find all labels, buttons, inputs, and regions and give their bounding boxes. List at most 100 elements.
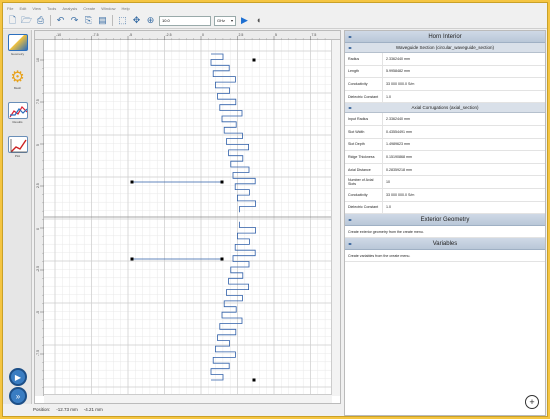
property-value[interactable]: 33 000 000.0 S/m (383, 82, 414, 86)
property-row[interactable]: Input Radius 2.3362440 mm (345, 113, 545, 126)
property-value[interactable]: 1.0 (383, 95, 391, 99)
ruler-label: -10 (56, 33, 61, 37)
property-row[interactable]: Slot Depth 1.4989623 mm (345, 138, 545, 152)
property-name: Length (345, 65, 383, 78)
sound-icon[interactable]: ◖ (253, 15, 264, 26)
subsection-title: Waveguide Section (circular_waveguide_se… (395, 45, 495, 50)
new-icon[interactable]: 🗋 (7, 15, 18, 26)
horn-profile-lower[interactable] (210, 221, 256, 381)
undo-icon[interactable]: ↶ (55, 15, 66, 26)
geometry-canvas[interactable]: -10 -7.5 -5 -2.5 0 2.5 5 7.5 10 7.5 5 2.5 0 -2.5 -5 -7… (34, 30, 341, 404)
select-icon[interactable]: ⬚ (117, 15, 128, 26)
fast-forward-button[interactable]: » (9, 387, 27, 405)
drag-handle[interactable] (130, 180, 134, 184)
section-exterior-geometry[interactable]: ◂▸ Exterior Geometry (345, 214, 545, 227)
property-row[interactable]: Length 5.9958482 mm (345, 65, 545, 79)
property-row[interactable]: Conductivity 33 000 000.0 S/m (345, 188, 545, 202)
zoom-icon[interactable]: ⊕ (145, 15, 156, 26)
drag-handle[interactable] (252, 378, 256, 382)
property-value[interactable]: 0.15190868 mm (383, 155, 412, 159)
menu-analysis[interactable]: Analysis (62, 6, 77, 11)
zoom-input[interactable] (159, 15, 211, 26)
vertical-scrollbar[interactable] (331, 40, 340, 396)
horn-profile-plot[interactable] (44, 40, 332, 396)
toolbar: 🗋 🗁 ⎙ ↶ ↷ ⎘ ▤ ⬚ ✥ ⊕ GHz ▾ ▶ ◖ (3, 13, 547, 29)
drag-handle[interactable] (220, 180, 224, 184)
move-icon[interactable]: ✥ (131, 15, 142, 26)
horn-profile-svg[interactable] (44, 40, 332, 396)
property-name: Conductivity (345, 188, 383, 201)
property-row[interactable]: Number of Axial Slots 10 (345, 176, 545, 189)
drag-handle[interactable] (220, 257, 224, 261)
property-value[interactable]: 5.9958482 mm (383, 69, 410, 73)
subsection-corrugations[interactable]: ◂▸ Axial Corrugations (axial_section) (345, 103, 545, 114)
menu-file[interactable]: File (7, 6, 13, 11)
exterior-note: Create exterior geometry from the create… (345, 226, 545, 239)
sidebar-item-label: Plot (14, 154, 21, 158)
plot-icon (7, 136, 28, 153)
print-icon[interactable]: ⎙ (35, 15, 46, 26)
menu-window[interactable]: Window (101, 6, 115, 11)
drag-handle[interactable] (130, 257, 134, 261)
play-circle-button[interactable]: ▶ (9, 368, 27, 386)
left-panel: Geometry ⚙ Mesh Results Plot ▶ » (3, 30, 32, 405)
property-value[interactable]: 0.28359218 mm (383, 168, 412, 172)
position-y: -4.21 mm (83, 406, 103, 412)
section-horn-interior[interactable]: ◂▸ Horn Interior (345, 31, 545, 43)
property-name: Axial Distance (345, 163, 383, 176)
collapse-icon[interactable]: ◂▸ (348, 105, 352, 110)
drag-handle[interactable] (252, 58, 256, 62)
copy-icon[interactable]: ⎘ (83, 15, 94, 26)
plot-glyph (10, 139, 27, 153)
property-row[interactable]: Slot Width 0.43554491 mm (345, 125, 545, 139)
menu-view[interactable]: View (32, 6, 41, 11)
property-value[interactable]: 33 000 000.0 S/m (383, 193, 414, 197)
play-icon[interactable]: ▶ (239, 15, 250, 26)
unit-select[interactable]: GHz ▾ (214, 15, 236, 26)
position-label: Position: (33, 406, 51, 412)
collapse-icon[interactable]: ◂▸ (348, 217, 352, 222)
menu-edit[interactable]: Edit (19, 6, 26, 11)
ruler-label: 2.5 (36, 183, 40, 188)
collapse-icon[interactable]: ◂▸ (348, 241, 352, 246)
collapse-icon[interactable]: ◂▸ (348, 34, 352, 39)
property-row[interactable]: Dielectric Constant 1.0 (345, 90, 545, 104)
sidebar-item-label: Geometry (10, 52, 25, 56)
sidebar-item-plot[interactable]: Plot (6, 136, 29, 162)
menu-bar: File Edit View Tools Analysis Create Win… (3, 3, 547, 13)
horn-profile-upper[interactable] (210, 53, 256, 213)
collapse-icon[interactable]: ◂▸ (348, 45, 352, 50)
sidebar-item-results[interactable]: Results (6, 102, 29, 128)
menu-create[interactable]: Create (83, 6, 95, 11)
property-name: Slot Depth (345, 138, 383, 151)
add-button[interactable]: + (525, 395, 539, 409)
open-icon[interactable]: 🗁 (21, 15, 32, 26)
fast-forward-icon: » (15, 391, 21, 401)
ruler-label: -5 (129, 33, 132, 37)
property-name: Slot Width (345, 125, 383, 138)
geometry-icon (7, 34, 28, 51)
property-row[interactable]: Ridge Thickness 0.15190868 mm (345, 151, 545, 164)
property-row[interactable]: Conductivity 33 000 000.0 S/m (345, 78, 545, 91)
menu-help[interactable]: Help (121, 6, 129, 11)
property-row[interactable]: Axial Distance 0.28359218 mm (345, 163, 545, 177)
property-row[interactable]: Dielectric Constant 1.0 (345, 201, 545, 215)
property-value[interactable]: 1.0 (383, 205, 391, 209)
subsection-waveguide[interactable]: ◂▸ Waveguide Section (circular_waveguide… (345, 43, 545, 53)
property-value[interactable]: 10 (383, 180, 390, 184)
chart-glyph (9, 106, 27, 118)
redo-icon[interactable]: ↷ (69, 15, 80, 26)
sidebar-item-geometry[interactable]: Geometry (6, 34, 29, 60)
property-value[interactable]: 2.3362440 mm (383, 117, 410, 121)
property-row[interactable]: Radius 2.3362440 mm (345, 53, 545, 66)
ruler-top: -10 -7.5 -5 -2.5 0 2.5 5 7.5 (35, 31, 340, 40)
section-variables[interactable]: ◂▸ Variables (345, 238, 545, 251)
horizontal-scrollbar[interactable] (44, 394, 332, 403)
section-title: Variables (432, 240, 458, 247)
menu-tools[interactable]: Tools (47, 6, 56, 11)
sidebar-item-mesh[interactable]: ⚙ Mesh (6, 68, 29, 94)
property-value[interactable]: 2.3362440 mm (383, 57, 410, 61)
property-value[interactable]: 1.4989623 mm (383, 142, 410, 146)
paste-icon[interactable]: ▤ (97, 15, 108, 26)
property-value[interactable]: 0.43554491 mm (383, 130, 412, 134)
